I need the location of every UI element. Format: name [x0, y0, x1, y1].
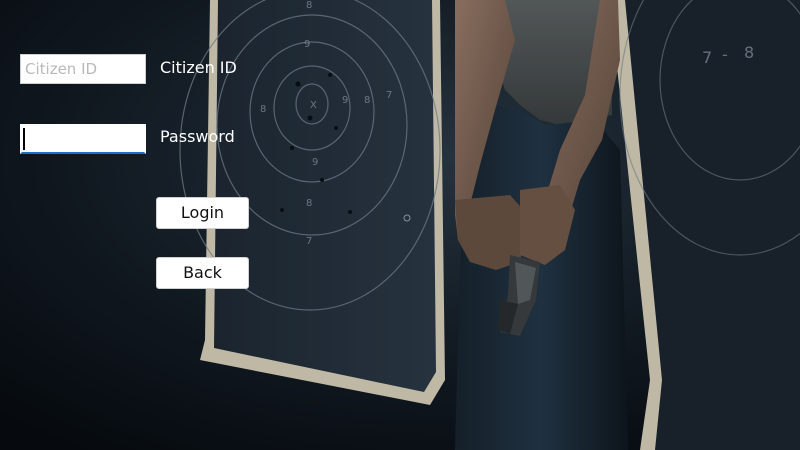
login-button[interactable]: Login — [156, 197, 249, 229]
citizen-id-label: Citizen ID — [160, 58, 237, 77]
login-screen: 9 X 9 8 7 9 8 7 8 8 7 - 8 Citizen ID Cit… — [0, 0, 800, 450]
password-label: Password — [160, 127, 235, 146]
back-button[interactable]: Back — [156, 257, 249, 289]
citizen-id-input[interactable] — [20, 54, 146, 84]
password-input[interactable] — [20, 124, 146, 154]
text-cursor — [23, 128, 25, 150]
